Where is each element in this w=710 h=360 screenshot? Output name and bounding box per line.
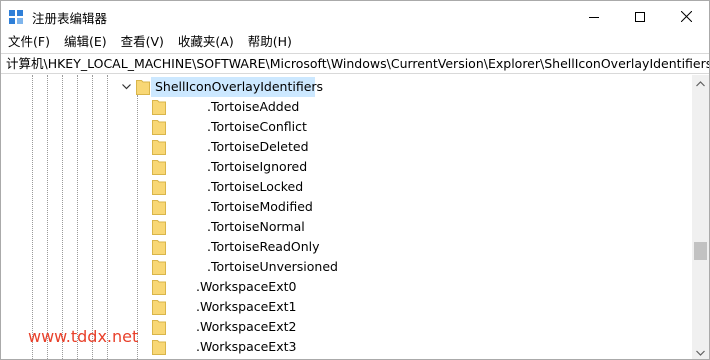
tree-node[interactable]: .TortoiseConflict [1,117,692,137]
tree-node[interactable]: .TortoiseReadOnly [1,237,692,257]
window-title: 注册表编辑器 [32,11,108,26]
folder-icon [152,339,166,355]
chevron-up-icon [696,80,705,86]
folder-icon [152,179,166,195]
tree-node[interactable]: .TortoiseIgnored [1,157,692,177]
vertical-scrollbar[interactable] [692,75,709,359]
folder-icon [152,319,166,335]
tree-node-selected[interactable]: ShellIconOverlayIdentifiers [1,77,692,97]
tree-node[interactable]: .TortoiseNormal [1,217,692,237]
close-icon [680,11,692,22]
tree-node-label: .TortoiseReadOnly [207,239,320,254]
tree-node-label: .TortoiseUnversioned [207,259,338,274]
tree-node-label: .TortoiseLocked [207,179,304,194]
minimize-button[interactable] [571,1,617,32]
chevron-down-icon [696,350,705,356]
registry-tree: ShellIconOverlayIdentifiers .TortoiseAdd… [1,75,692,359]
tree-node-label: .TortoiseAdded [207,99,300,114]
tree-node[interactable]: .TortoiseModified [1,197,692,217]
tree-node-label: .TortoiseDeleted [207,139,309,154]
folder-icon [152,199,166,215]
title-bar[interactable]: 注册表编辑器 [1,1,709,32]
menu-favorites[interactable]: 收藏夹(A) [171,32,241,52]
folder-icon [136,79,150,95]
scroll-thumb[interactable] [694,242,707,260]
folder-icon [152,239,166,255]
menu-help[interactable]: 帮助(H) [241,32,299,52]
menu-bar: 文件(F) 编辑(E) 查看(V) 收藏夹(A) 帮助(H) [1,32,709,52]
tree-node-label: .TortoiseIgnored [207,159,308,174]
tree-node[interactable]: .TortoiseAdded [1,97,692,117]
tree-node[interactable]: .WorkspaceExt1 [1,297,692,317]
tree-node[interactable]: .WorkspaceExt0 [1,277,692,297]
tree-node[interactable]: .TortoiseLocked [1,177,692,197]
regedit-icon [8,9,24,25]
folder-icon [152,279,166,295]
scroll-down-arrow[interactable] [692,344,709,359]
folder-icon [152,219,166,235]
menu-edit[interactable]: 编辑(E) [57,32,114,52]
minimize-icon [589,16,599,18]
tree-node-label: .WorkspaceExt3 [196,339,297,354]
folder-icon [152,259,166,275]
tree-node-label: .WorkspaceExt1 [196,299,297,314]
tree-node-label: .TortoiseModified [207,199,313,214]
tree-node-label: .TortoiseNormal [207,219,305,234]
tree-node[interactable]: .TortoiseUnversioned [1,257,692,277]
folder-icon [152,139,166,155]
folder-icon [152,159,166,175]
address-bar[interactable]: 计算机\HKEY_LOCAL_MACHINE\SOFTWARE\Microsof… [1,53,709,74]
tree-node-label: ShellIconOverlayIdentifiers [155,79,324,94]
folder-icon [152,99,166,115]
tree-node-label: .WorkspaceExt0 [196,279,297,294]
chevron-down-icon[interactable] [121,82,131,92]
registry-editor-window: 注册表编辑器 文件(F) 编辑(E) 查看(V) 收藏夹(A) 帮助(H) 计算… [0,0,710,360]
tree-node-label: .WorkspaceExt2 [196,319,297,334]
scroll-up-arrow[interactable] [692,75,709,92]
tree-node[interactable]: .TortoiseDeleted [1,137,692,157]
maximize-button[interactable] [617,1,663,32]
folder-icon [152,299,166,315]
tree-node-label: .TortoiseConflict [207,119,307,134]
watermark-text: www.tddx.net [28,327,139,346]
menu-view[interactable]: 查看(V) [114,32,171,52]
maximize-icon [635,11,645,22]
folder-icon [152,119,166,135]
close-button[interactable] [663,1,709,32]
menu-file[interactable]: 文件(F) [1,32,57,52]
